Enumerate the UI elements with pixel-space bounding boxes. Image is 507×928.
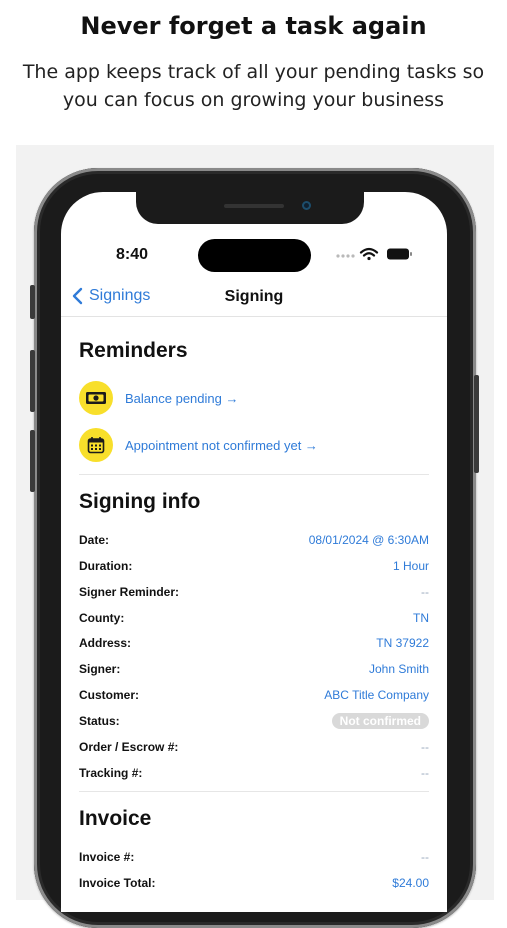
- info-key: Customer:: [79, 688, 140, 702]
- reminders-title: Reminders: [79, 339, 188, 362]
- info-key: Date:: [79, 533, 110, 547]
- promo-subtitle-line-2: you can focus on growing your business: [62, 89, 445, 111]
- info-value: John Smith: [368, 662, 429, 676]
- info-key: Order / Escrow #:: [79, 740, 179, 754]
- money-icon: [79, 381, 113, 415]
- info-key: Address:: [79, 636, 132, 650]
- back-button-label: Signings: [89, 287, 151, 304]
- section-divider: [79, 474, 429, 475]
- reminder-balance-pending[interactable]: Balance pending →: [79, 381, 238, 415]
- info-value: ABC Title Company: [324, 688, 429, 702]
- phone-volume-down-button: [30, 430, 35, 492]
- calendar-icon: [79, 428, 113, 462]
- promo-subtitle: The app keeps track of all your pending …: [0, 58, 507, 114]
- status-icons: [335, 245, 415, 263]
- reminder-label: Balance pending →: [125, 390, 239, 406]
- info-value: 1 Hour: [392, 559, 429, 573]
- signing-info-title: Signing info: [79, 490, 201, 513]
- invoice-title: Invoice: [79, 807, 152, 830]
- nav-title: Signing: [224, 288, 284, 305]
- info-value: --: [421, 766, 429, 780]
- info-value: --: [421, 740, 429, 754]
- info-key: Duration:: [79, 559, 133, 573]
- info-row-date: Date: 08/01/2024 @ 6:30AM: [79, 531, 429, 549]
- status-badge: Not confirmed: [331, 713, 429, 729]
- phone-power-button: [474, 375, 479, 473]
- invoice-row-total: Invoice Total: $24.00: [79, 874, 429, 892]
- info-key: Status:: [79, 714, 120, 728]
- phone-volume-up-button: [30, 350, 35, 412]
- chevron-left-icon: [72, 287, 83, 305]
- info-key: Signer Reminder:: [79, 585, 180, 599]
- info-value: TN 37922: [376, 636, 429, 650]
- reminder-label: Appointment not confirmed yet →: [125, 437, 318, 453]
- info-key: Tracking #:: [79, 766, 143, 780]
- info-row-status: Status: Not confirmed: [79, 712, 429, 730]
- info-row-signer: Signer: John Smith: [79, 660, 429, 678]
- navbar-divider: [61, 316, 447, 317]
- info-value: 08/01/2024 @ 6:30AM: [308, 533, 429, 547]
- dynamic-island: [198, 239, 311, 272]
- section-divider: [79, 791, 429, 792]
- info-key: Invoice #:: [79, 850, 135, 864]
- info-value: TN: [413, 611, 429, 625]
- info-value: --: [421, 850, 429, 864]
- reminder-appointment-not-confirmed[interactable]: Appointment not confirmed yet →: [79, 428, 318, 462]
- info-row-order-escrow: Order / Escrow #: --: [79, 738, 429, 756]
- phone-side-button: [30, 285, 35, 319]
- camera-icon: [302, 201, 311, 210]
- battery-icon: [387, 248, 412, 260]
- info-row-customer: Customer: ABC Title Company: [79, 686, 429, 704]
- promo-subtitle-line-1: The app keeps track of all your pending …: [22, 61, 485, 83]
- info-row-address: Address: TN 37922: [79, 634, 429, 652]
- info-key: Signer:: [79, 662, 121, 676]
- info-value: $24.00: [392, 876, 429, 890]
- promo-headline: Never forget a task again: [80, 12, 427, 40]
- info-row-duration: Duration: 1 Hour: [79, 557, 429, 575]
- info-row-county: County: TN: [79, 609, 429, 627]
- invoice-row-number: Invoice #: --: [79, 848, 429, 866]
- speaker-grille: [224, 204, 284, 208]
- back-button[interactable]: Signings: [72, 287, 150, 305]
- phone-notch: [136, 192, 364, 224]
- info-row-signer-reminder: Signer Reminder: --: [79, 583, 429, 601]
- signal-dots-icon: [336, 254, 355, 258]
- info-value: --: [421, 585, 429, 599]
- info-row-tracking: Tracking #: --: [79, 764, 429, 782]
- wifi-icon: [359, 247, 379, 261]
- info-key: County:: [79, 611, 125, 625]
- info-key: Invoice Total:: [79, 876, 156, 890]
- status-time: 8:40: [116, 246, 149, 263]
